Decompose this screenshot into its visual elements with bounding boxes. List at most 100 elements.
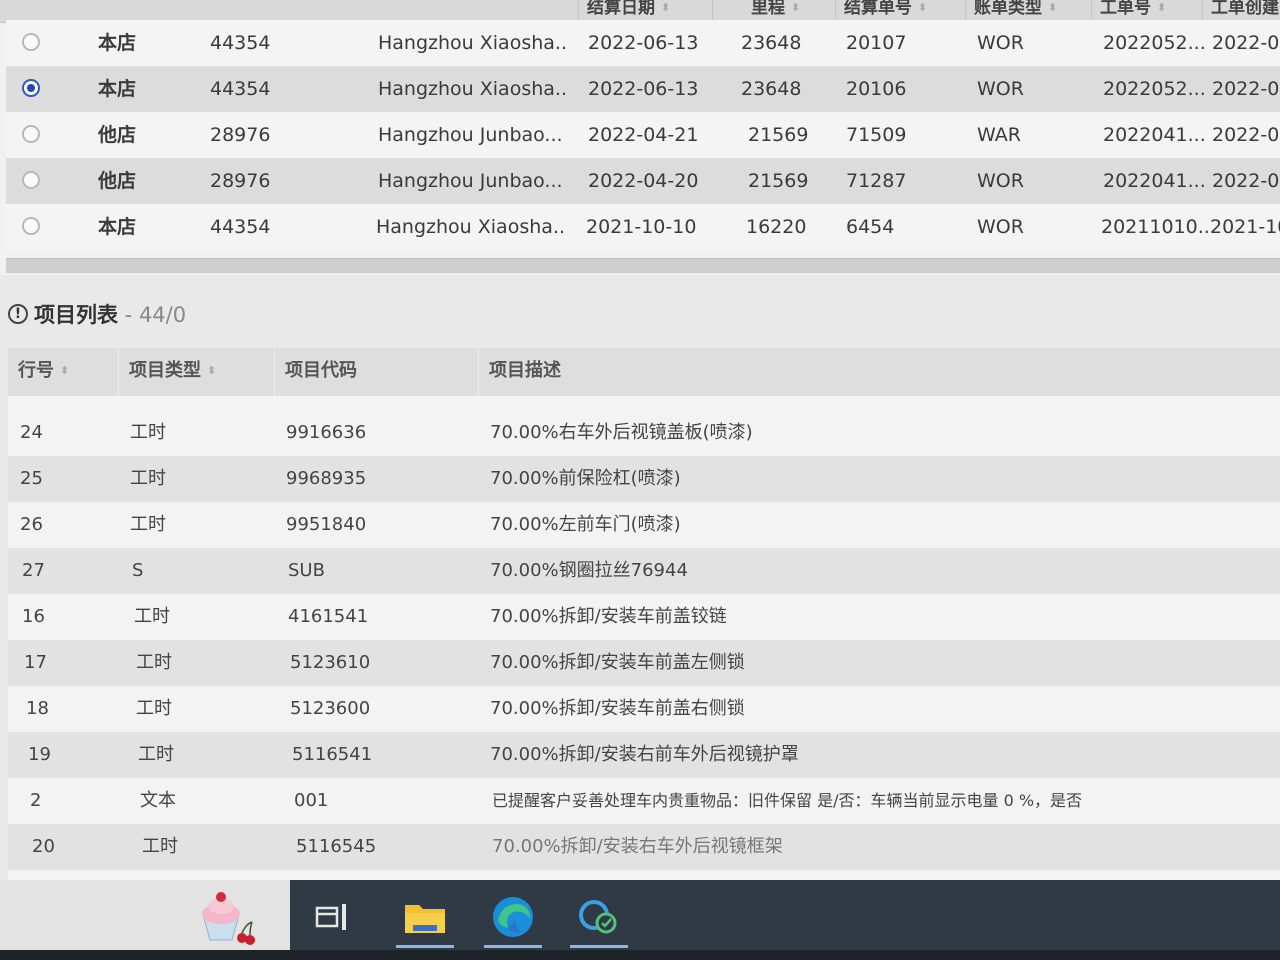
work-order-row-selected[interactable]: 本店 44354 Hangzhou Xiaosha... 2022-06-13 … — [6, 66, 1280, 112]
column-header-item-desc[interactable]: 项目描述 — [478, 348, 1269, 396]
items-count: 44/0 — [138, 303, 187, 327]
sort-icon[interactable]: ⬍ — [1048, 2, 1057, 13]
file-explorer-icon[interactable] — [390, 886, 460, 948]
work-order-row[interactable]: 本店 44354 Hangzhou Xiaosha... 2021-10-10 … — [6, 204, 1280, 250]
column-header-settle-date[interactable]: 结算日期 ⬍ — [578, 0, 711, 22]
settle-date-cell: 2022-06-13 — [588, 78, 699, 100]
work-order-row[interactable]: 本店 44354 Hangzhou Xiaosha... 2022-06-13 … — [6, 20, 1280, 66]
sort-icon[interactable]: ⬍ — [791, 2, 800, 13]
line-no-cell: 16 — [22, 606, 45, 627]
bill-type-cell: WOR — [977, 170, 1024, 192]
edge-browser-icon[interactable] — [478, 886, 548, 948]
mileage-cell: 23648 — [741, 32, 802, 54]
sort-icon[interactable]: ⬍ — [1157, 2, 1166, 13]
item-type-cell: 工时 — [136, 652, 172, 673]
dealer-name-cell: Hangzhou Xiaosha... — [376, 216, 566, 238]
column-header-mileage[interactable]: 里程 ⬍ — [712, 0, 821, 22]
order-no-cell: 2022041... — [1103, 124, 1206, 146]
shop-cell: 本店 — [98, 216, 137, 238]
order-created-cell: 2022-05- — [1212, 32, 1280, 54]
table-row[interactable]: 27 S SUB 70.00%钢圈拉丝76944 — [8, 548, 1280, 594]
mileage-cell: 21569 — [748, 124, 809, 146]
row-select-radio-checked[interactable] — [22, 79, 40, 97]
line-no-cell: 24 — [20, 422, 43, 443]
item-desc-cell: 70.00%拆卸/安装车前盖铰链 — [490, 606, 727, 627]
item-desc-cell: 70.00%拆卸/安装车前盖右侧锁 — [490, 698, 745, 719]
row-select-radio[interactable] — [22, 217, 40, 235]
item-type-cell: 工时 — [138, 744, 174, 765]
order-created-cell: 2022-04- — [1212, 170, 1280, 192]
column-label: 工单号 — [1100, 0, 1151, 18]
sort-icon[interactable]: ⬍ — [60, 365, 69, 376]
column-label: 账单类型 — [974, 0, 1042, 18]
shop-cell: 他店 — [98, 124, 137, 146]
row-select-radio[interactable] — [22, 171, 40, 189]
active-indicator — [484, 945, 542, 948]
item-code-cell: 001 — [294, 790, 329, 811]
column-label: 项目代码 — [285, 360, 357, 381]
item-type-cell: 工时 — [130, 514, 166, 535]
table-row[interactable]: 17 工时 5123610 70.00%拆卸/安装车前盖左侧锁 — [8, 640, 1280, 686]
row-select-radio[interactable] — [22, 125, 40, 143]
item-type-cell: 工时 — [134, 606, 170, 627]
table-row[interactable]: 19 工时 5116541 70.00%拆卸/安装右前车外后视镜护罩 — [8, 732, 1280, 778]
column-label: 工单创建 — [1211, 0, 1279, 18]
item-code-cell: 9968935 — [286, 468, 367, 489]
item-desc-cell: 70.00%前保险杠(喷漆) — [490, 468, 681, 489]
task-view-icon[interactable] — [298, 886, 368, 948]
column-header-settle-no[interactable]: 结算单号 ⬍ — [835, 0, 962, 22]
item-desc-cell: 70.00%拆卸/安装右前车外后视镜护罩 — [490, 744, 799, 765]
sort-icon[interactable]: ⬍ — [661, 2, 670, 13]
items-panel-separator: - — [118, 303, 139, 327]
column-header-item-type[interactable]: 项目类型 ⬍ — [118, 348, 269, 396]
column-header-bill-type[interactable]: 账单类型 ⬍ — [965, 0, 1086, 22]
line-no-cell: 17 — [24, 652, 47, 673]
table-row[interactable]: 2 文本 001 已提醒客户妥善处理车内贵重物品：旧件保留 是/否：车辆当前显示… — [8, 778, 1280, 824]
item-type-cell: 工时 — [130, 422, 166, 443]
item-type-cell: S — [132, 560, 144, 581]
column-header-item-code[interactable]: 项目代码 — [274, 348, 475, 396]
remote-assist-icon[interactable] — [564, 886, 634, 948]
line-no-cell: 26 — [20, 514, 43, 535]
column-header-line-no[interactable]: 行号 ⬍ — [8, 348, 118, 396]
column-header-order-created[interactable]: 工单创建 — [1202, 0, 1280, 22]
item-code-cell: 9951840 — [286, 514, 367, 535]
table-row[interactable]: 26 工时 9951840 70.00%左前车门(喷漆) — [8, 502, 1280, 548]
cupcake-icon[interactable] — [190, 886, 260, 948]
table-row[interactable]: 20 工时 5116545 70.00%拆卸/安装右车外后视镜框架 — [8, 824, 1280, 870]
item-code-cell: 4161541 — [288, 606, 369, 627]
settle-date-cell: 2022-04-21 — [588, 124, 699, 146]
work-order-row[interactable]: 他店 28976 Hangzhou Junbao... 2022-04-21 2… — [6, 112, 1280, 158]
order-created-cell: 2022-04- — [1212, 124, 1280, 146]
sort-icon[interactable]: ⬍ — [918, 2, 927, 13]
work-order-table: 结算日期 ⬍ 里程 ⬍ 结算单号 ⬍ 账单类型 ⬍ 工单号 ⬍ 工单创建 本店 44354… — [0, 0, 1280, 275]
sort-icon[interactable]: ⬍ — [207, 365, 216, 376]
horizontal-scrollbar[interactable] — [6, 258, 1280, 273]
line-no-cell: 19 — [28, 744, 51, 765]
settle-date-cell: 2021-10-10 — [586, 216, 697, 238]
dealer-name-cell: Hangzhou Junbao... — [378, 170, 563, 192]
dealer-code-cell: 44354 — [210, 78, 271, 100]
info-icon: ! — [8, 304, 28, 324]
order-created-cell: 2021-10-1 — [1210, 216, 1280, 238]
dealer-code-cell: 44354 — [210, 216, 271, 238]
column-header-order-no[interactable]: 工单号 ⬍ — [1091, 0, 1200, 22]
table-row[interactable]: 25 工时 9968935 70.00%前保险杠(喷漆) — [8, 456, 1280, 502]
item-code-cell: 9916636 — [286, 422, 367, 443]
shop-cell: 他店 — [98, 170, 137, 192]
bill-type-cell: WOR — [977, 78, 1024, 100]
dealer-code-cell: 28976 — [210, 170, 271, 192]
item-desc-cell: 70.00%钢圈拉丝76944 — [490, 560, 688, 581]
column-label: 行号 — [18, 360, 54, 381]
items-table-body: 24 工时 9916636 70.00%右车外后视镜盖板(喷漆) 25 工时 9… — [8, 396, 1280, 880]
dealer-name-cell: Hangzhou Junbao... — [378, 124, 563, 146]
column-label: 项目类型 — [129, 360, 201, 381]
settle-no-cell: 6454 — [846, 216, 895, 238]
work-order-row[interactable]: 他店 28976 Hangzhou Junbao... 2022-04-20 2… — [6, 158, 1280, 204]
item-code-cell: 5116541 — [292, 744, 373, 765]
table-row[interactable]: 18 工时 5123600 70.00%拆卸/安装车前盖右侧锁 — [8, 686, 1280, 732]
table-row[interactable]: 16 工时 4161541 70.00%拆卸/安装车前盖铰链 — [8, 594, 1280, 640]
row-select-radio[interactable] — [22, 33, 40, 51]
line-no-cell: 18 — [26, 698, 49, 719]
table-row[interactable]: 24 工时 9916636 70.00%右车外后视镜盖板(喷漆) — [8, 410, 1280, 456]
